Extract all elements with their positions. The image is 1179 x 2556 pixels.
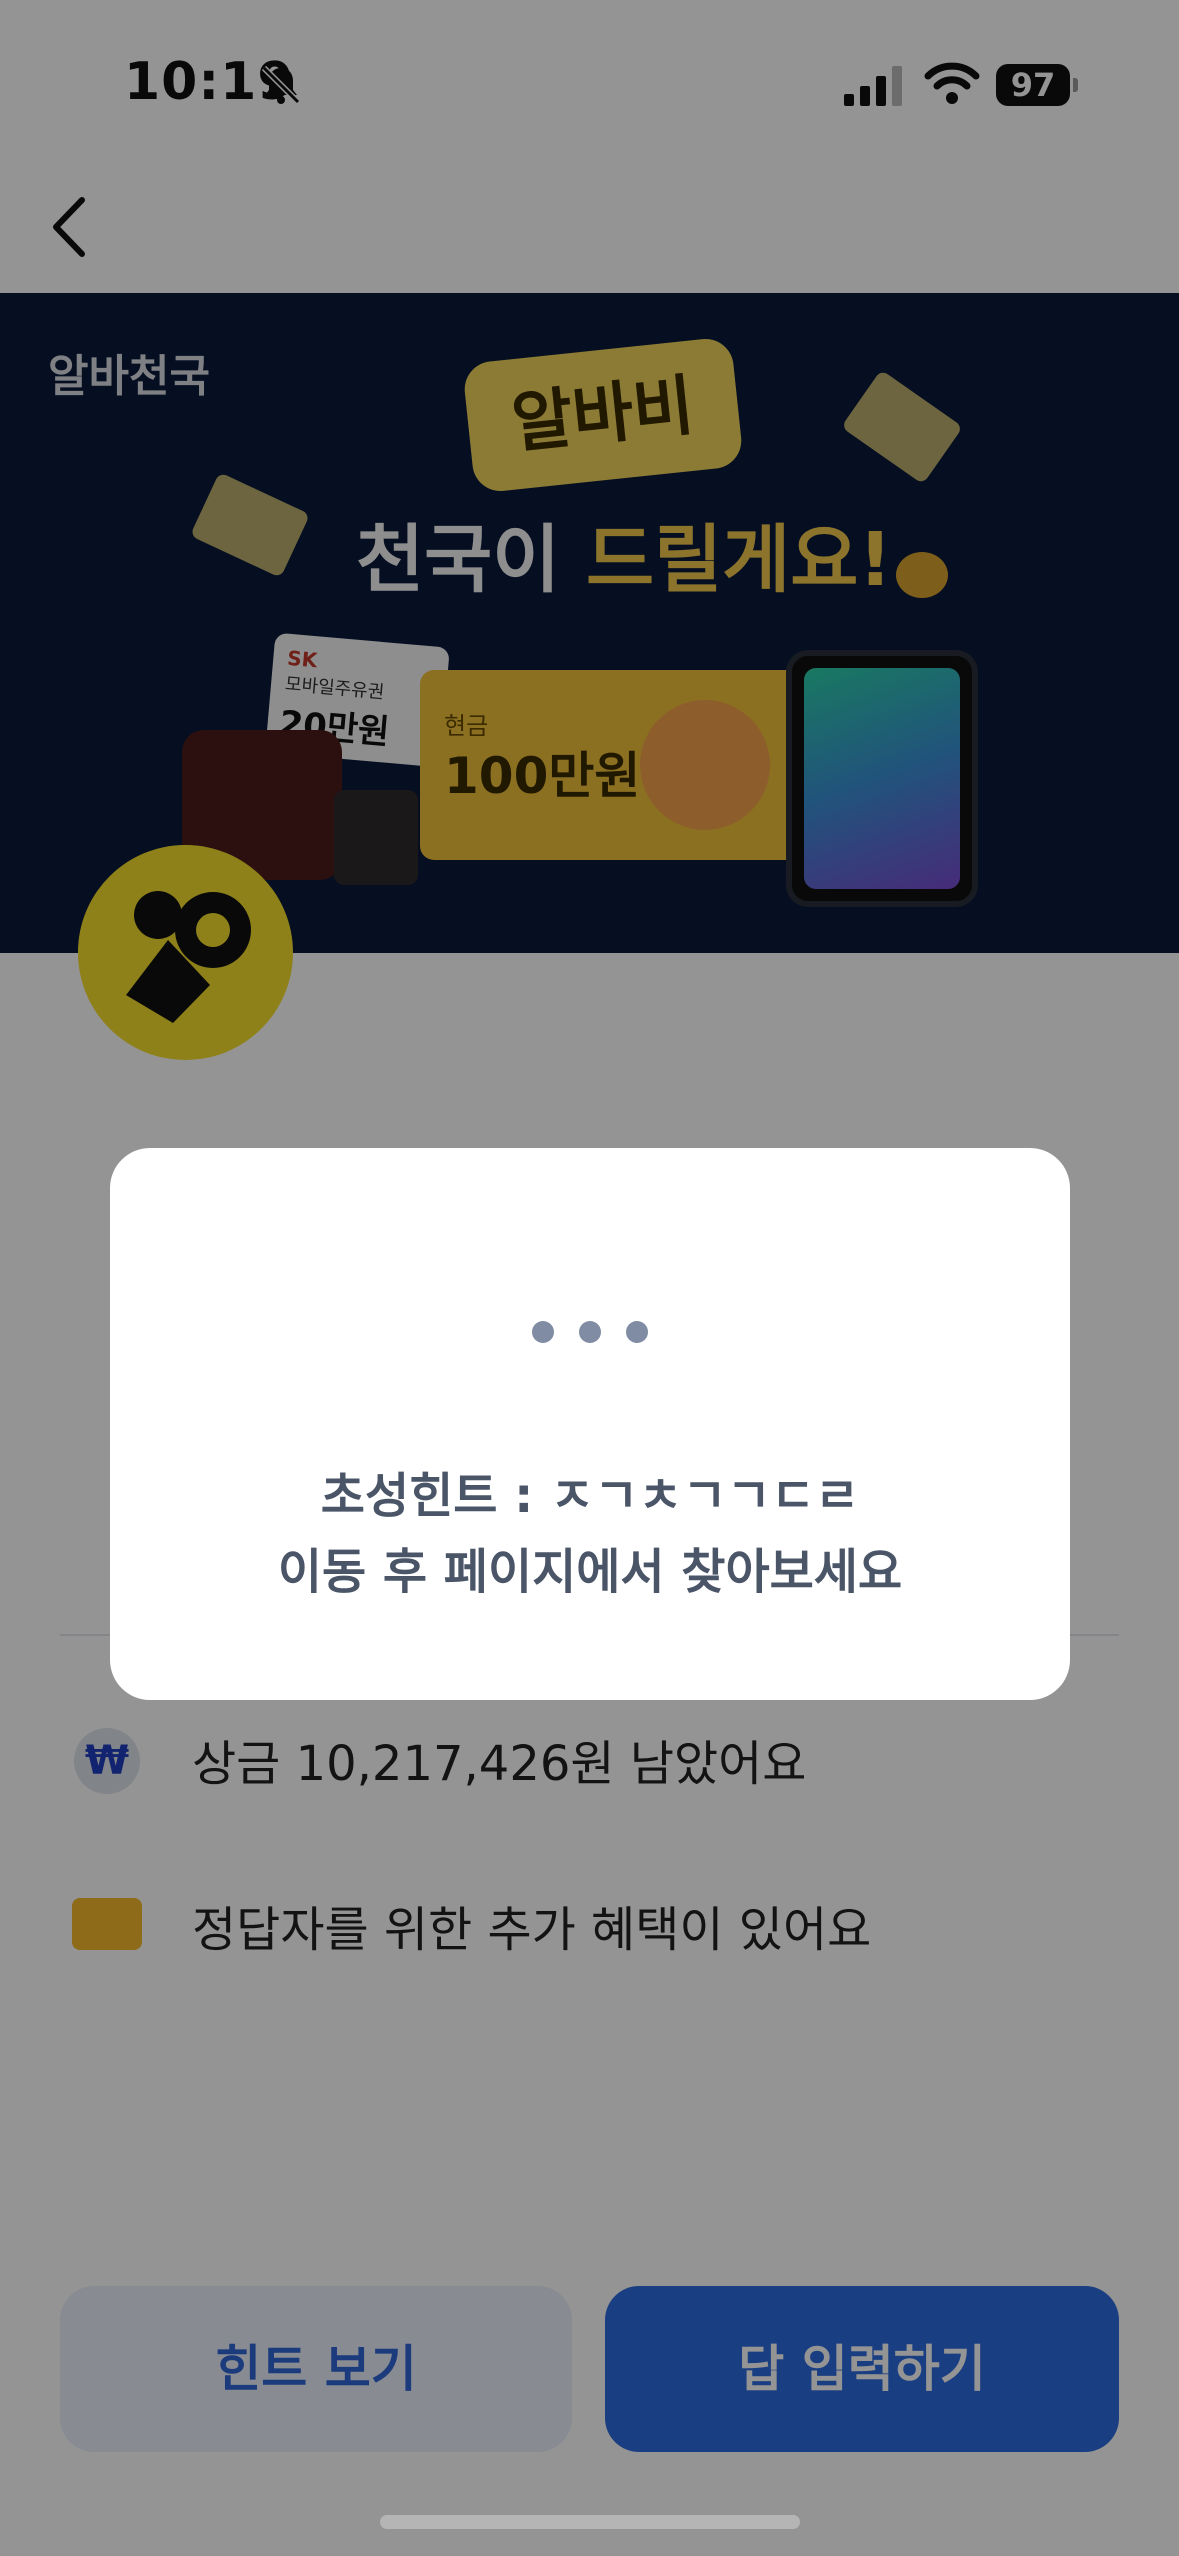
hint-instruction: 이동 후 페이지에서 찾아보세요 <box>277 1544 903 1600</box>
home-indicator <box>380 2515 800 2529</box>
hint-modal: 초성힌트 : ㅈㄱㅊㄱㄱㄷㄹ 이동 후 페이지에서 찾아보세요 <box>110 1148 1070 1700</box>
loading-dots-icon <box>532 1321 648 1343</box>
initial-consonant-hint: 초성힌트 : ㅈㄱㅊㄱㄱㄷㄹ <box>320 1468 860 1524</box>
